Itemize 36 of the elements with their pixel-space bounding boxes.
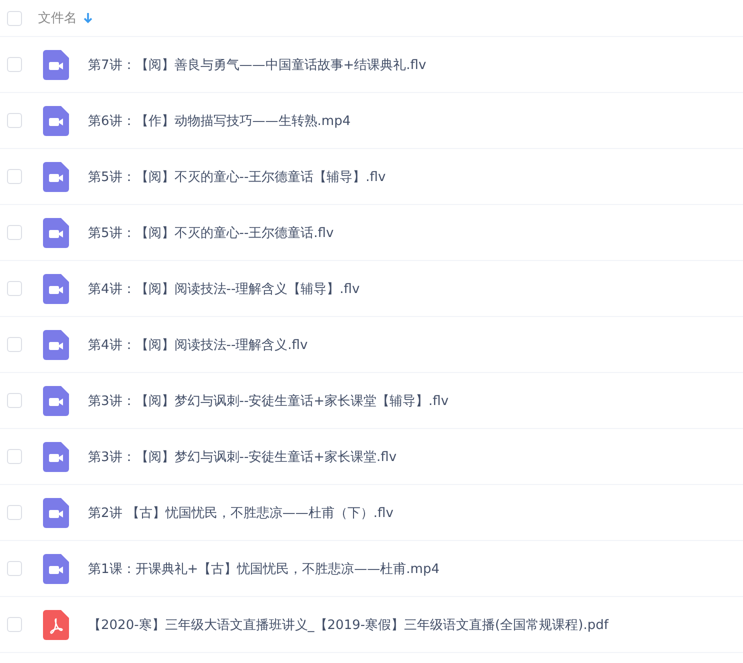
file-name[interactable]: 第2讲 【古】忧国忧民，不胜悲凉——杜甫（下）.flv xyxy=(88,504,394,522)
file-name[interactable]: 第6讲：【作】动物描写技巧——生转熟.mp4 xyxy=(88,112,351,130)
file-name[interactable]: 第5讲：【阅】不灭的童心--王尔德童话【辅导】.flv xyxy=(88,168,386,186)
select-all-checkbox[interactable] xyxy=(7,10,22,26)
file-name[interactable]: 第5讲：【阅】不灭的童心--王尔德童话.flv xyxy=(88,224,334,242)
video-file-icon xyxy=(43,218,69,248)
video-file-icon xyxy=(43,386,69,416)
file-name[interactable]: 【2020-寒】三年级大语文直播班讲义_【2019-寒假】三年级语文直播(全国常规课程).pdf xyxy=(88,616,608,634)
file-name[interactable]: 第4讲：【阅】阅读技法--理解含义【辅导】.flv xyxy=(88,280,360,298)
file-name[interactable]: 第3讲：【阅】梦幻与讽刺--安徒生童话+家长课堂.flv xyxy=(88,448,397,466)
row-checkbox[interactable] xyxy=(7,393,22,408)
row-checkbox[interactable] xyxy=(7,505,22,520)
file-name[interactable]: 第3讲：【阅】梦幻与讽刺--安徒生童话+家长课堂【辅导】.flv xyxy=(88,392,449,410)
video-file-icon xyxy=(43,50,69,80)
video-file-icon xyxy=(43,554,69,584)
column-header[interactable]: 文件名 xyxy=(38,9,77,27)
file-name[interactable]: 第7讲：【阅】善良与勇气——中国童话故事+结课典礼.flv xyxy=(88,56,426,74)
video-file-icon xyxy=(43,274,69,304)
row-checkbox[interactable] xyxy=(7,617,22,632)
video-file-icon xyxy=(43,498,69,528)
video-file-icon xyxy=(43,330,69,360)
row-checkbox[interactable] xyxy=(7,57,22,72)
video-file-icon xyxy=(43,442,69,472)
row-checkbox[interactable] xyxy=(7,449,22,464)
pdf-file-icon xyxy=(43,610,69,640)
file-name[interactable]: 第1课：开课典礼+【古】忧国忧民，不胜悲凉——杜甫.mp4 xyxy=(88,560,440,578)
row-checkbox[interactable] xyxy=(7,225,22,240)
video-file-icon xyxy=(43,162,69,192)
row-checkbox[interactable] xyxy=(7,113,22,128)
sort-arrow-icon[interactable] xyxy=(83,12,93,24)
file-name[interactable]: 第4讲：【阅】阅读技法--理解含义.flv xyxy=(88,336,308,354)
row-checkbox[interactable] xyxy=(7,169,22,184)
row-checkbox[interactable] xyxy=(7,561,22,576)
row-checkbox[interactable] xyxy=(7,281,22,296)
video-file-icon xyxy=(43,106,69,136)
row-checkbox[interactable] xyxy=(7,337,22,352)
